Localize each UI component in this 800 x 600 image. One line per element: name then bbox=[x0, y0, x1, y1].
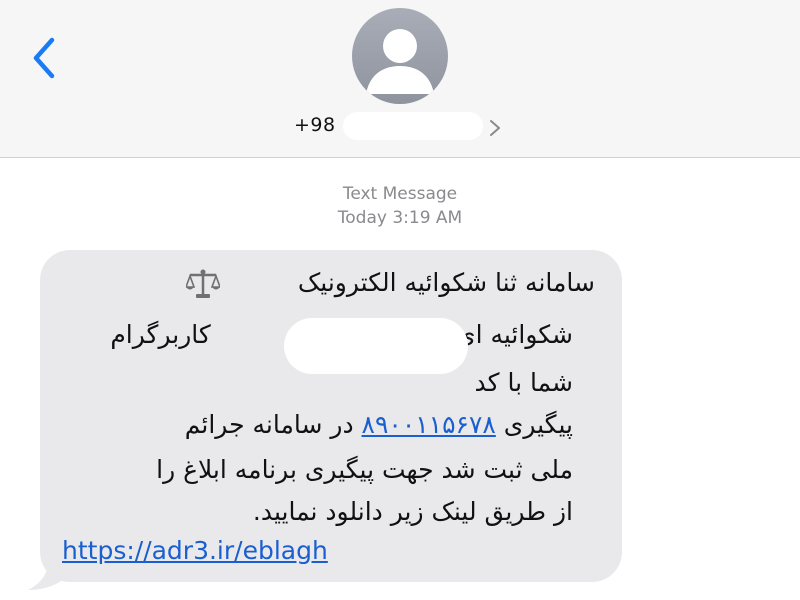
conversation-header: +98 bbox=[0, 0, 800, 158]
message-link[interactable]: https://adr3.ir/eblagh bbox=[62, 536, 328, 565]
message-line-4-end: در سامانه جرائم bbox=[184, 410, 354, 439]
tracking-code-link[interactable]: ۸۹۰۰۱۱۵۶۷۸ bbox=[362, 410, 496, 439]
message-line-2-start: کاربرگرام bbox=[110, 320, 211, 349]
avatar[interactable] bbox=[352, 8, 448, 104]
service-label: Text Message bbox=[342, 184, 458, 204]
balance-scale-icon bbox=[186, 269, 220, 298]
message-line-1: سامانه ثنا شکوائیه الکترونیک bbox=[297, 268, 595, 297]
person-icon bbox=[366, 29, 434, 94]
contact-details-button[interactable]: +98 bbox=[288, 112, 518, 142]
chevron-left-icon bbox=[33, 37, 55, 79]
message-line-4-start: پیگیری bbox=[503, 410, 573, 439]
message-line-3: شما با کد bbox=[474, 368, 573, 397]
message-line-4: پیگیری ۸۹۰۰۱۱۵۶۷۸ در سامانه جرائم bbox=[185, 410, 573, 439]
contact-number: +98 bbox=[294, 114, 336, 136]
redaction-mark bbox=[343, 112, 483, 140]
message-timestamp: Today 3:19 AM bbox=[337, 208, 463, 228]
back-button[interactable] bbox=[28, 36, 64, 80]
message-line-5: ملی ثبت شد جهت پیگیری برنامه ابلاغ را bbox=[156, 455, 573, 484]
chevron-right-icon bbox=[490, 120, 500, 136]
message-line-6: از طریق لینک زیر دانلود نمایید. bbox=[252, 497, 573, 526]
redaction-mark bbox=[284, 318, 468, 374]
